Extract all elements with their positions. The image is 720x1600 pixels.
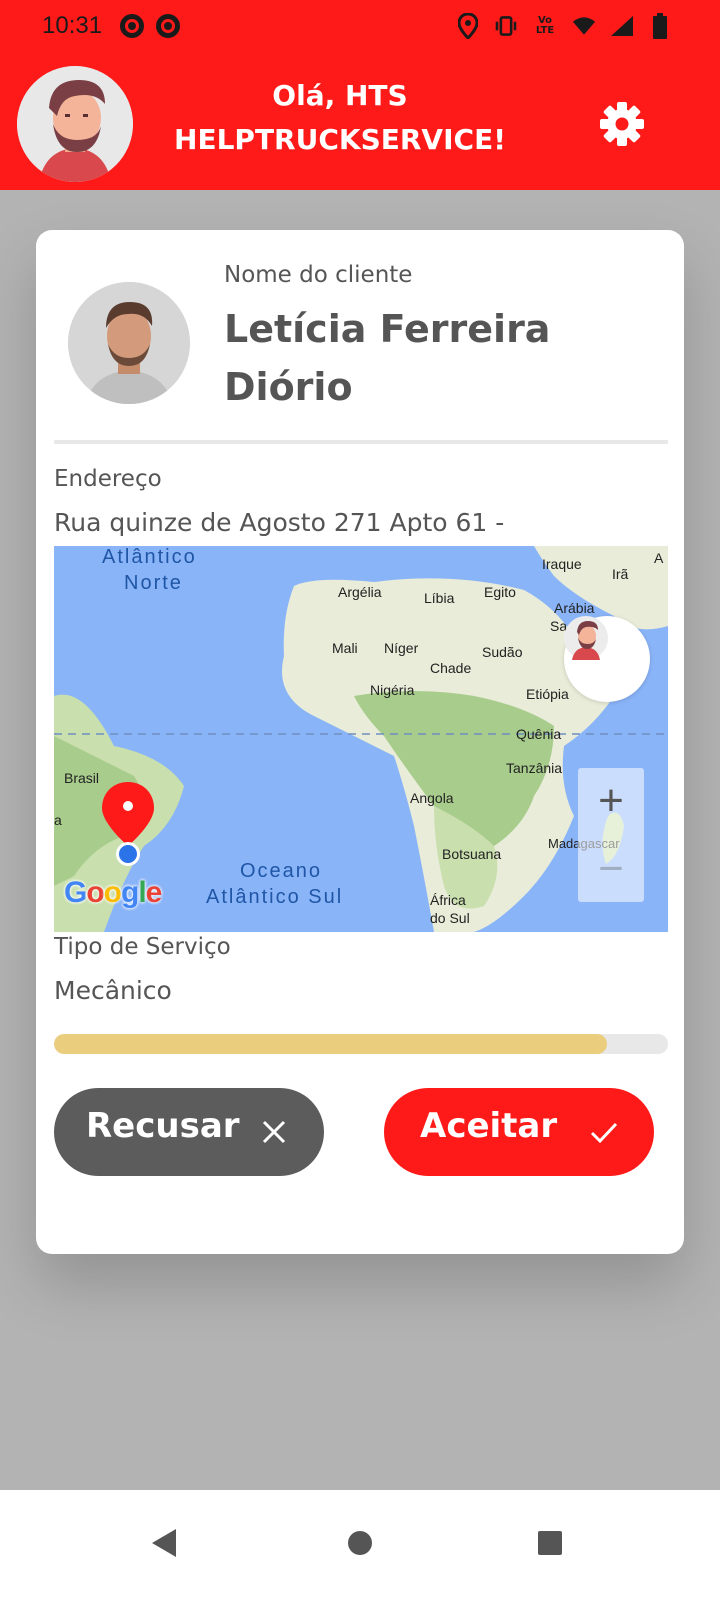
map-label: Quênia xyxy=(516,726,562,742)
map-label: Irã xyxy=(612,566,629,582)
client-name-label: Nome do cliente xyxy=(224,262,413,288)
map-label: Chade xyxy=(430,660,472,676)
divider xyxy=(54,440,668,444)
map-label: A xyxy=(654,550,664,566)
map-label: Norte xyxy=(124,572,183,594)
map-label: Botsuana xyxy=(442,846,502,862)
map-view[interactable]: Atlântico Norte Iraque Irã A Argélia Líb… xyxy=(54,546,668,932)
zoom-in-button[interactable]: + xyxy=(578,768,644,834)
status-system-icons: Vo LTE xyxy=(456,12,672,40)
google-logo: Google xyxy=(64,876,162,909)
location-icon xyxy=(456,12,480,40)
recents-icon xyxy=(538,1531,562,1555)
avatar[interactable] xyxy=(17,66,133,182)
battery-icon xyxy=(648,12,672,40)
map-label: Líbia xyxy=(424,590,455,606)
zoom-controls: + − xyxy=(578,768,644,902)
map-label: Brasil xyxy=(64,770,100,786)
accept-button-label: Aceitar xyxy=(420,1106,558,1146)
accept-button[interactable]: Aceitar xyxy=(384,1088,654,1176)
settings-button[interactable] xyxy=(596,98,648,150)
user-location-marker[interactable] xyxy=(564,616,650,702)
map-label: Tanzânia xyxy=(506,760,563,776)
vibrate-icon xyxy=(494,12,518,40)
app-header: Olá, HTS HELPTRUCKSERVICE! xyxy=(0,54,720,190)
timeout-progress-bar xyxy=(54,1034,668,1054)
map-label: do Sul xyxy=(430,910,470,926)
status-bar: 10:31 Vo LTE xyxy=(0,0,720,54)
chrome-icon xyxy=(120,14,144,38)
map-label: Mali xyxy=(332,640,358,656)
map-label: Etiópia xyxy=(526,686,569,702)
zoom-out-button[interactable]: − xyxy=(578,836,644,902)
recents-button[interactable] xyxy=(525,1518,575,1568)
address-label: Endereço xyxy=(54,466,162,492)
client-photo xyxy=(68,282,190,404)
map-label: Níger xyxy=(384,640,419,656)
map-label: Atlântico Sul xyxy=(206,886,344,908)
map-label: Iraque xyxy=(542,556,582,572)
address-value: Rua quinze de Agosto 271 Apto 61 - xyxy=(54,508,505,537)
back-button[interactable] xyxy=(140,1518,190,1568)
close-icon xyxy=(262,1120,286,1144)
home-button[interactable] xyxy=(335,1518,385,1568)
avatar-icon xyxy=(564,616,608,660)
map-label: Atlântico xyxy=(102,546,197,568)
user-avatar-illustration xyxy=(17,66,133,182)
service-request-card: Nome do cliente Letícia Ferreira Diório … xyxy=(36,230,684,1254)
map-label: Egito xyxy=(484,584,516,600)
map-label: África xyxy=(430,892,466,908)
status-notification-icons xyxy=(120,14,180,38)
check-icon xyxy=(590,1122,618,1144)
service-type-label: Tipo de Serviço xyxy=(54,934,231,960)
home-icon xyxy=(348,1531,372,1555)
map-label: Angola xyxy=(410,790,454,806)
map-label: Sudão xyxy=(482,644,523,660)
location-pin-icon[interactable] xyxy=(100,780,156,848)
client-name: Letícia Ferreira Diório xyxy=(224,307,551,409)
navigation-bar xyxy=(0,1490,720,1600)
status-time: 10:31 xyxy=(42,12,103,39)
map-label: Arábia xyxy=(554,600,595,616)
service-type-value: Mecânico xyxy=(54,976,172,1005)
map-label: a xyxy=(54,812,62,828)
map-label: Oceano xyxy=(240,860,323,882)
signal-icon xyxy=(610,12,634,40)
gear-icon xyxy=(600,102,644,146)
back-icon xyxy=(152,1529,176,1557)
chrome-icon xyxy=(156,14,180,38)
refuse-button[interactable]: Recusar xyxy=(54,1088,324,1176)
wifi-icon xyxy=(572,12,596,40)
greeting-line-1: Olá, HTS xyxy=(272,79,408,112)
progress-fill xyxy=(54,1034,607,1054)
refuse-button-label: Recusar xyxy=(86,1106,240,1146)
greeting-line-2: HELPTRUCKSERVICE! xyxy=(174,123,506,156)
volte-icon: Vo LTE xyxy=(535,15,555,36)
map-label: Argélia xyxy=(338,584,382,600)
map-label: Nigéria xyxy=(370,682,415,698)
greeting-title: Olá, HTS HELPTRUCKSERVICE! xyxy=(160,74,520,162)
current-location-dot xyxy=(116,842,140,866)
